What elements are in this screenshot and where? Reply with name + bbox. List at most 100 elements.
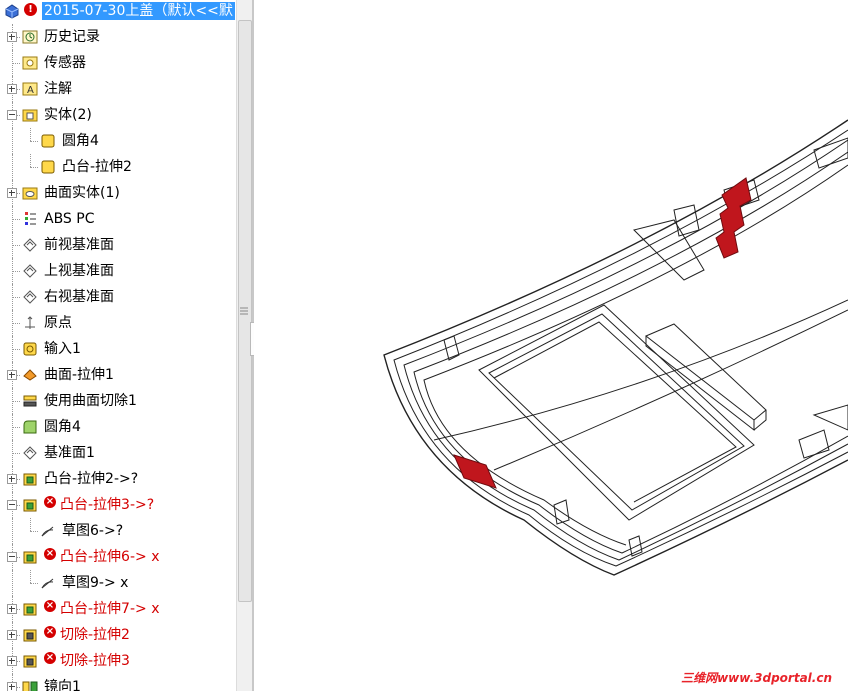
tree-item[interactable]: 圆角4 [0,414,236,440]
tree-item[interactable]: 凸台-拉伸2 [0,154,236,180]
tree-item[interactable]: 曲面实体(1) [0,180,236,206]
tree-connector [12,453,20,454]
tree-item[interactable]: × 凸台-拉伸7-> x [0,596,236,622]
expand-icon[interactable] [7,84,17,94]
tree-item[interactable]: 右视基准面 [0,284,236,310]
tree-item-label: 上视基准面 [44,263,114,279]
plane-icon [23,290,37,304]
tree-item-label: 凸台-拉伸6-> x [60,549,160,565]
plane-icon [23,446,37,460]
surface-extrude-icon [23,369,37,381]
expand-icon[interactable] [7,604,17,614]
expand-icon[interactable] [7,474,17,484]
collapse-icon[interactable] [7,552,17,562]
expand-icon[interactable] [7,656,17,666]
history-icon [22,30,38,44]
error-icon: × [44,496,56,508]
graphics-viewport[interactable]: 三维网www.3dportal.cn [254,0,848,691]
tree-item[interactable]: 基准面1 [0,440,236,466]
error-icon: × [44,600,56,612]
tree-connector [30,167,38,168]
tree-item[interactable]: 凸台-拉伸2->? [0,466,236,492]
tree-item-label: 切除-拉伸2 [60,627,130,643]
tree-item[interactable]: 前视基准面 [0,232,236,258]
svg-text:A: A [27,85,34,96]
tree-item[interactable]: × 切除-拉伸2 [0,622,236,648]
tree-item-label: 基准面1 [44,445,95,461]
import-icon [23,342,37,356]
tree-item[interactable]: A 注解 [0,76,236,102]
tree-item[interactable]: 原点 [0,310,236,336]
tree-connector [30,583,38,584]
material-icon [25,212,36,225]
tree-item-label: 历史记录 [44,29,100,45]
solid-body-icon [41,160,55,174]
tree-connector [12,271,20,272]
sketch-icon [41,526,54,537]
feature-manager-tree[interactable]: ! 2015-07-30上盖（默认<<默 历史记录传感器 A 注解实体(2) 圆角4 凸… [0,0,236,691]
solid-body-icon [41,134,55,148]
tree-item[interactable]: 输入1 [0,336,236,362]
origin-icon [25,316,35,329]
tree-item-label: 凸台-拉伸7-> x [60,601,160,617]
tree-item[interactable]: 上视基准面 [0,258,236,284]
tree-item[interactable]: 草图6->? [0,518,236,544]
tree-connector [12,427,20,428]
tree-connector [12,349,20,350]
tree-item[interactable]: 曲面-拉伸1 [0,362,236,388]
tree-item-label: 曲面-拉伸1 [44,367,114,383]
model-wireframe-view[interactable] [254,0,848,691]
tree-item-label: 镜向1 [44,679,81,691]
tree-item[interactable]: ABS PC [0,206,236,232]
rebuild-error-icon: ! [24,3,37,16]
tree-item-label: 圆角4 [44,419,81,435]
boss-extrude-icon [23,473,37,486]
tree-item[interactable]: × 凸台-拉伸3->? [0,492,236,518]
tree-item-label: 原点 [44,315,72,331]
tree-item-label: 圆角4 [62,133,99,149]
tree-item-label: 凸台-拉伸3->? [60,497,155,513]
cut-extrude-icon [23,629,37,642]
surface-bodies-folder-icon [22,187,38,200]
annotations-icon: A [22,82,38,96]
highlighted-feature[interactable] [453,177,752,489]
part-icon [5,4,19,19]
sensor-icon [22,56,38,70]
collapse-icon[interactable] [7,500,17,510]
collapse-icon[interactable] [7,110,17,120]
plane-icon [23,238,37,252]
tree-item-label: 实体(2) [44,107,92,123]
tree-item[interactable]: 历史记录 [0,24,236,50]
tree-item[interactable]: × 凸台-拉伸6-> x [0,544,236,570]
tree-item[interactable]: 草图9-> x [0,570,236,596]
expand-icon[interactable] [7,370,17,380]
solid-bodies-folder-icon [22,109,38,122]
expand-icon[interactable] [7,682,17,691]
tree-item[interactable]: 圆角4 [0,128,236,154]
tree-connector [30,531,38,532]
boss-extrude-icon [23,499,37,512]
tree-item[interactable]: 镜向1 [0,674,236,691]
expand-icon[interactable] [7,188,17,198]
tree-connector [12,63,20,64]
watermark: 三维网www.3dportal.cn [681,671,832,685]
boss-extrude-icon [23,551,37,564]
error-icon: × [44,548,56,560]
tree-item[interactable]: 传感器 [0,50,236,76]
tree-item[interactable]: 使用曲面切除1 [0,388,236,414]
tree-item[interactable]: 实体(2) [0,102,236,128]
expand-icon[interactable] [7,630,17,640]
tree-connector [30,154,31,167]
part-name[interactable]: 2015-07-30上盖（默认<<默 [42,2,235,20]
error-icon: × [44,652,56,664]
tree-connector [30,518,31,531]
expand-icon[interactable] [7,32,17,42]
tree-connector [12,219,20,220]
tree-root-row[interactable]: ! 2015-07-30上盖（默认<<默 [0,0,236,22]
tree-item[interactable]: × 切除-拉伸3 [0,648,236,674]
scrollbar-grip-icon [240,307,248,315]
tree-item-label: 使用曲面切除1 [44,393,137,409]
tree-item-label: 草图6->? [62,523,124,539]
tree-connector [12,323,20,324]
tree-connector [12,128,13,154]
